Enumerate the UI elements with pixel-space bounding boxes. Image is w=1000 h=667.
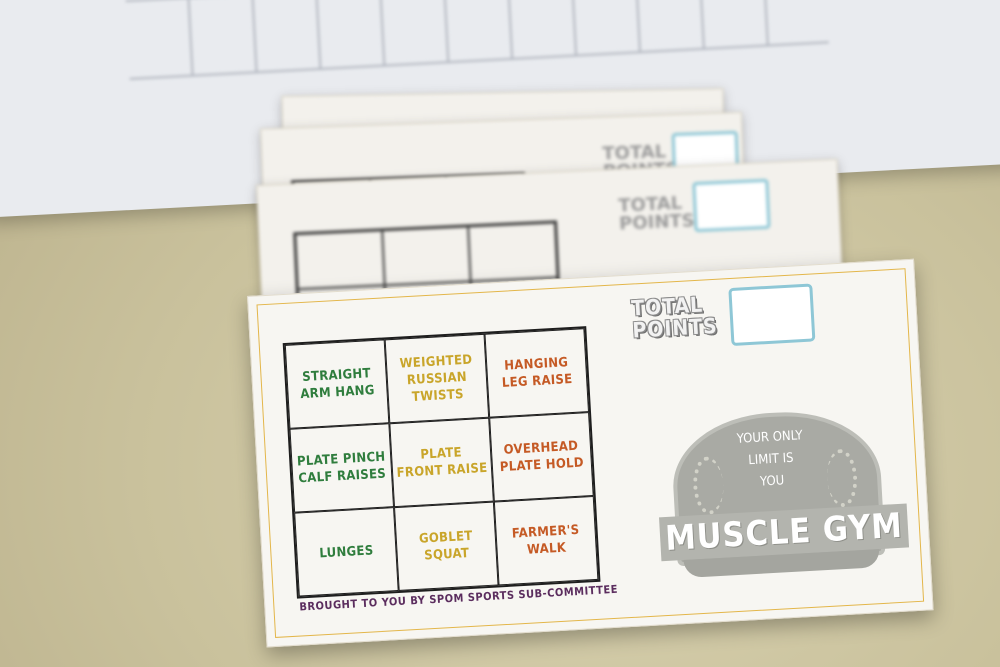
paper-grid — [125, 0, 829, 80]
bingo-cell: PLATE FRONT RAISE — [389, 417, 494, 508]
stacked-card-points-box — [692, 178, 771, 233]
bingo-scorecard: STRAIGHT ARM HANG WEIGHTED RUSSIAN TWIST… — [247, 258, 934, 648]
bingo-cell: LUNGES — [294, 507, 399, 597]
exercise-bingo-grid: STRAIGHT ARM HANG WEIGHTED RUSSIAN TWIST… — [282, 326, 601, 599]
bingo-cell: OVERHEAD PLATE HOLD — [489, 412, 594, 502]
stacked-card-total-label: TOTAL POINTS — [617, 192, 696, 235]
bingo-cell: STRAIGHT ARM HANG — [284, 339, 390, 429]
bingo-cell: HANGING LEG RAISE — [484, 328, 590, 418]
bingo-cell: FARMER'S WALK — [493, 495, 599, 586]
bingo-cell: WEIGHTED RUSSIAN TWISTS — [384, 333, 490, 424]
total-points-label: TOTAL POINTS — [630, 292, 719, 343]
bingo-cell: GOBLET SQUAT — [394, 501, 499, 591]
logo-motto: YOUR ONLY LIMIT IS YOU — [736, 428, 804, 490]
total-points-box[interactable] — [728, 283, 816, 347]
gym-logo: YOUR ONLY LIMIT IS YOU MUSCLE GYM — [654, 406, 911, 586]
bingo-cell: PLATE PINCH CALF RAISES — [289, 423, 395, 513]
